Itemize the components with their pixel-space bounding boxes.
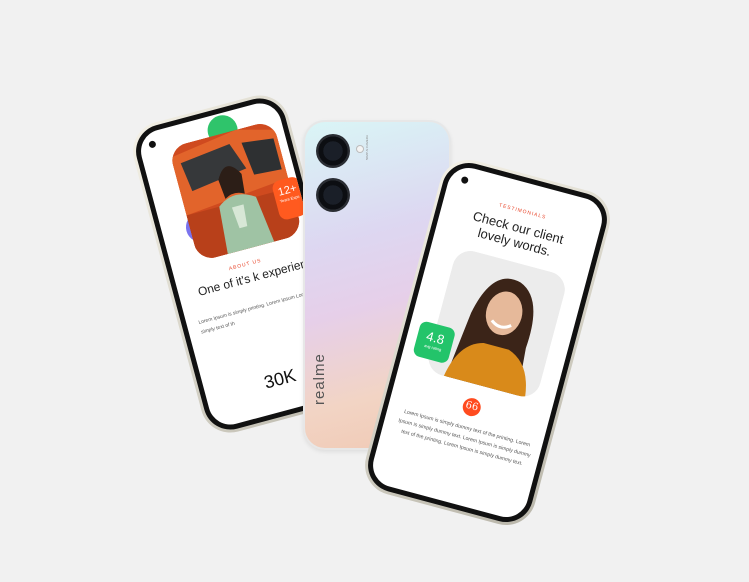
testimonial-paragraph: Lorem Ipsum is simply dummy text of the … <box>397 408 532 468</box>
brand-logo: realme <box>311 353 328 405</box>
front-camera-icon <box>148 140 157 149</box>
camera-module <box>313 132 353 222</box>
stat-value: 30K <box>261 365 298 393</box>
testimonial-photo <box>424 247 569 401</box>
quote-icon[interactable]: 66 <box>460 396 483 419</box>
camera-text: 50MP AI CAMERA <box>365 135 369 160</box>
flash-icon <box>357 146 363 152</box>
smiling-woman-image <box>424 247 569 401</box>
front-camera-icon <box>460 175 470 185</box>
camera-lens-icon <box>316 178 350 212</box>
camera-lens-icon <box>316 134 350 168</box>
